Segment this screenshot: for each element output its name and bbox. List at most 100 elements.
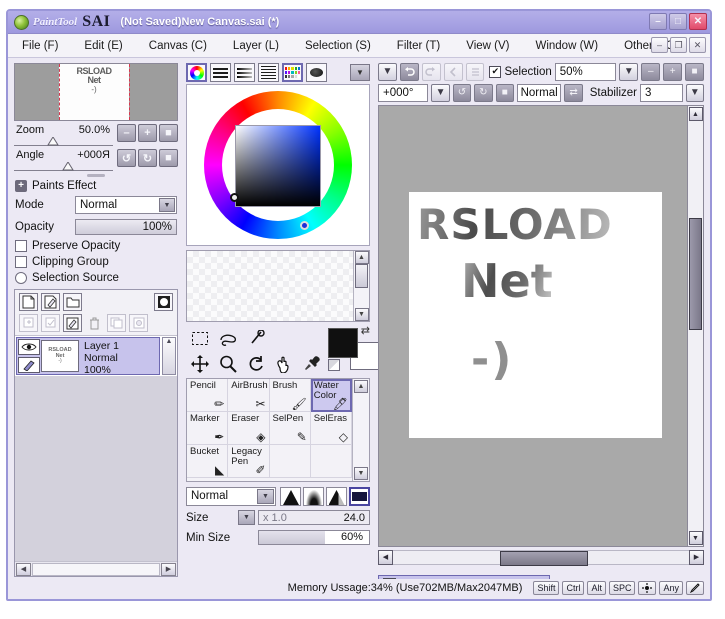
canvas-hscroll-thumb[interactable] [499,550,589,566]
brush-bucket[interactable]: Bucket ◣ [187,445,229,478]
brush-legacy-pen[interactable]: Legacy Pen ✐ [228,445,270,478]
brush-watercolor[interactable]: Water Color 🖊 [310,379,352,412]
angle-slider-block[interactable]: Angle +000Я [14,149,113,171]
clipping-group-checkbox[interactable] [15,256,27,268]
default-colors-icon[interactable] [328,359,340,371]
canvas-horizontal-scrollbar[interactable]: ◀ ▶ [378,549,704,566]
brush-seleras[interactable]: SelEras ◇ [310,412,352,445]
selection-source-row[interactable]: Selection Source [15,272,177,284]
brush-airbrush[interactable]: AirBrush ✂ [228,379,270,412]
layer-list-hscrollbar[interactable]: ◀ ▶ [15,561,177,576]
rotate-reset-button[interactable]: ■ [159,149,178,167]
brush-empty-slot[interactable] [310,445,352,478]
canvas-hscroll-track[interactable] [393,549,689,566]
magic-wand-icon[interactable] [246,329,266,348]
new-folder-button[interactable] [63,293,82,311]
brush-brush[interactable]: Brush 🖌 [269,379,311,412]
brush-size-slider[interactable]: x 1.0 24.0 [258,510,370,525]
canvas-scroll-down-icon[interactable]: ▼ [688,531,703,545]
rgb-slider-button[interactable] [210,63,231,82]
scratch-scroll-down-icon[interactable]: ▼ [354,308,369,321]
angle-slider-track[interactable] [14,162,113,171]
pen-icon[interactable] [686,581,704,595]
zoom-reset-button[interactable]: ■ [159,124,178,142]
brush-scroll-down-icon[interactable]: ▼ [354,467,368,480]
duplicate-layer-button[interactable] [107,314,126,332]
hand-icon[interactable] [274,354,294,373]
canvas-scroll-up-icon[interactable]: ▲ [688,107,703,121]
menu-view[interactable]: View (V) [466,40,509,52]
brush-eraser[interactable]: Eraser ◈ [228,412,270,445]
eyedropper-icon[interactable] [302,354,322,373]
canvas-vscroll-thumb[interactable] [689,218,702,330]
canvas-scroll-left-icon[interactable]: ◀ [378,549,393,565]
canvas-viewport[interactable]: RSLOAD Net -) ▲ ▼ [378,105,704,547]
next-button[interactable] [465,62,485,81]
document-minimize-button[interactable]: – [651,37,668,53]
zoom-slider-track[interactable] [14,137,113,146]
previous-button[interactable] [443,62,463,81]
brush-marker[interactable]: Marker ✒ [187,412,229,445]
brush-empty-slot[interactable] [269,445,311,478]
foreground-color-swatch[interactable] [328,328,358,358]
gradient-button[interactable] [258,63,279,82]
preserve-opacity-row[interactable]: Preserve Opacity [15,240,177,252]
brush-blend-select[interactable]: Normal ▼ [186,487,276,506]
window-maximize-button[interactable]: □ [669,13,687,30]
selection-toggle[interactable]: ✔ Selection [489,65,552,78]
hard-tip-icon[interactable] [280,487,301,506]
color-wheel-button[interactable] [186,63,207,82]
redo-button[interactable] [421,62,441,81]
clipping-group-row[interactable]: Clipping Group [15,256,177,268]
delete-layer-button[interactable] [85,314,104,332]
canvas-artboard[interactable]: RSLOAD Net -) [409,192,662,438]
canvas-zoom-reset-button[interactable]: ■ [685,62,704,81]
brush-scroll-up-icon[interactable]: ▲ [354,380,368,393]
brush-minsize-slider[interactable]: 60% [258,530,370,545]
canvas-rotation-field[interactable]: +000° [378,83,429,102]
new-layer-button[interactable] [19,293,38,311]
selection-checkbox[interactable]: ✔ [489,65,502,78]
brush-selpen[interactable]: SelPen ✎ [269,412,311,445]
document-restore-button[interactable]: ❐ [670,37,687,53]
lasso-icon[interactable] [218,329,238,348]
canvas-zoom-out-button[interactable]: – [641,62,661,81]
rotate-ccw-button[interactable]: ↺ [117,149,136,167]
layer-options-button[interactable] [129,314,148,332]
clear-layer-button[interactable] [63,314,82,332]
rotate-ccw-icon[interactable]: ↺ [452,83,472,102]
flip-horizontal-icon[interactable]: ⇄ [564,83,583,102]
saturation-value-square[interactable] [235,125,321,207]
zoom-slider-block[interactable]: Zoom 50.0% [14,124,113,146]
add-mask-button[interactable] [41,314,60,332]
document-close-button[interactable]: ✕ [689,37,706,53]
scroll-left-icon[interactable]: ◀ [16,562,31,576]
square-tip-icon[interactable] [349,487,370,506]
color-panel-menu-button[interactable]: ▼ [350,64,370,81]
brush-grid-scrollbar[interactable]: ▲ ▼ [352,379,369,481]
key-spc[interactable]: SPC [608,581,636,595]
window-minimize-button[interactable]: – [649,13,667,30]
rotate-cw-button[interactable]: ↻ [138,149,157,167]
stabilizer-dropdown[interactable]: ▼ [685,83,705,102]
zoom-out-button[interactable]: – [117,124,136,142]
layer-opacity-slider[interactable]: 100% [75,219,177,235]
rotate-icon[interactable] [246,354,266,373]
swap-colors-icon[interactable]: ⇄ [361,324,370,337]
menu-selection[interactable]: Selection (S) [305,40,371,52]
layer-mask-button[interactable] [154,293,173,311]
layer-mode-select[interactable]: Normal ▼ [75,196,177,214]
rotate-reset-icon[interactable]: ■ [495,83,514,102]
zoom-in-button[interactable]: + [138,124,157,142]
menu-file[interactable]: File (F) [22,40,58,52]
chevron-down-icon[interactable]: ▼ [257,489,274,504]
blob-button[interactable] [306,63,327,82]
color-wheel-panel[interactable] [186,84,370,246]
soft-tip-icon[interactable] [303,487,324,506]
menu-filter[interactable]: Filter (T) [397,40,440,52]
menu-layer[interactable]: Layer (L) [233,40,279,52]
menu-canvas[interactable]: Canvas (C) [149,40,207,52]
new-linework-layer-button[interactable] [41,293,60,311]
canvas-vertical-scrollbar[interactable]: ▲ ▼ [687,106,703,546]
swatches-button[interactable] [282,63,303,82]
